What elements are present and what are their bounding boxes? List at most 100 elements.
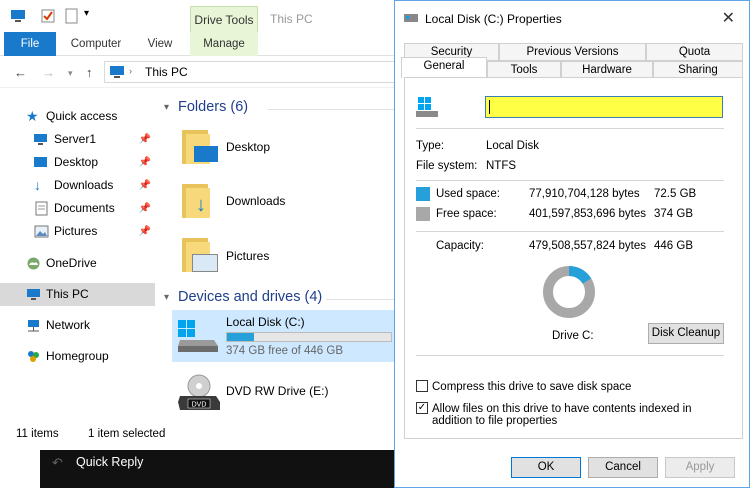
type-value: Local Disk [486, 140, 540, 152]
index-label[interactable]: Allow files on this drive to have conten… [432, 403, 732, 427]
tab-general[interactable]: General [401, 57, 487, 78]
folder-label-downloads[interactable]: Downloads [226, 194, 285, 208]
tab-computer[interactable]: Computer [64, 32, 128, 56]
quick-reply-label: Quick Reply [76, 455, 144, 469]
customize-toolbar-icon[interactable]: ▾ [84, 8, 89, 19]
hard-drive-icon [178, 320, 218, 352]
nav-item-downloads[interactable]: ↓ Downloads 📌 [0, 174, 155, 197]
disk-usage-donut [543, 266, 595, 318]
navigation-pane: ★ Quick access Server1 📌 Desktop 📌 ↓ Dow… [0, 92, 155, 422]
document-icon [35, 201, 48, 216]
free-space-gb: 374 GB [654, 208, 693, 220]
apply-button[interactable]: Apply [665, 457, 735, 478]
disk-cleanup-button[interactable]: Disk Cleanup [648, 323, 724, 344]
collapse-chevron-icon[interactable]: ▾ [164, 292, 169, 303]
file-system-value: NTFS [486, 160, 517, 172]
text-caret [489, 100, 490, 114]
tab-manage[interactable]: Manage [190, 32, 258, 56]
properties-icon[interactable] [40, 8, 56, 24]
download-icon: ↓ [34, 177, 41, 193]
nav-item-documents[interactable]: Documents 📌 [0, 197, 155, 220]
nav-item-quick-access[interactable]: ★ Quick access [0, 105, 155, 128]
tab-view[interactable]: View [138, 32, 182, 56]
close-icon[interactable]: ✕ [722, 8, 735, 28]
drive-name-input[interactable] [485, 96, 723, 118]
nav-item-homegroup[interactable]: Homegroup [0, 345, 155, 368]
desktop-icon [34, 157, 47, 167]
pin-icon[interactable]: 📌 [139, 197, 151, 220]
divider [416, 231, 724, 232]
status-selected-count: 1 item selected [88, 428, 166, 440]
drive-usage-fill [227, 333, 254, 341]
nav-item-server1[interactable]: Server1 📌 [0, 128, 155, 151]
back-arrow-icon[interactable]: ← [14, 65, 27, 80]
folders-heading[interactable]: Folders (6) [178, 99, 248, 115]
index-checkbox[interactable]: ✓ [416, 402, 428, 414]
file-system-label: File system: [416, 160, 478, 172]
dialog-title-bar[interactable]: Local Disk (C:) Properties ✕ [395, 1, 749, 35]
tab-file[interactable]: File [4, 32, 56, 56]
pin-icon[interactable]: 📌 [139, 174, 151, 197]
svg-text:DVD: DVD [192, 402, 207, 409]
cloud-icon [27, 257, 40, 270]
free-space-bytes: 401,597,853,696 bytes [529, 208, 647, 220]
dialog-title: Local Disk (C:) Properties [425, 12, 562, 26]
nav-item-desktop[interactable]: Desktop 📌 [0, 151, 155, 174]
compress-checkbox[interactable] [416, 380, 428, 392]
status-bar: 11 items 1 item selected [0, 422, 405, 446]
nav-item-onedrive[interactable]: OneDrive [0, 252, 155, 275]
nav-item-network[interactable]: Network [0, 314, 155, 337]
collapse-chevron-icon[interactable]: ▾ [164, 102, 169, 113]
new-folder-icon[interactable] [64, 8, 80, 24]
downloads-folder-icon[interactable]: ↓ [182, 180, 218, 220]
drive-tools-context-tab: Drive Tools [190, 6, 258, 32]
pin-icon[interactable]: 📌 [139, 151, 151, 174]
file-explorer-window: ▾ Drive Tools This PC File Computer View… [0, 0, 405, 450]
capacity-label: Capacity: [436, 240, 484, 252]
capacity-gb: 446 GB [654, 240, 693, 252]
pin-icon[interactable]: 📌 [139, 128, 151, 151]
forward-arrow-icon[interactable]: → [42, 65, 55, 80]
drive-label: Drive C: [552, 330, 594, 342]
ribbon-tabs: File Computer View Manage [0, 32, 405, 56]
pictures-folder-icon[interactable] [182, 234, 218, 274]
folder-label-pictures[interactable]: Pictures [226, 249, 269, 263]
drive-icon [416, 97, 438, 117]
computer-icon [110, 66, 124, 78]
up-arrow-icon[interactable]: ↑ [86, 65, 93, 80]
quick-reply-bar[interactable]: ↶ Quick Reply [40, 450, 396, 488]
tab-previous-versions[interactable]: Previous Versions [499, 43, 646, 61]
divider [416, 355, 724, 356]
used-space-bytes: 77,910,704,128 bytes [529, 188, 640, 200]
ok-button[interactable]: OK [511, 457, 581, 478]
explorer-title-bar: ▾ Drive Tools This PC [0, 0, 405, 32]
reply-arrow-icon: ↶ [52, 455, 63, 470]
used-space-swatch [416, 187, 430, 201]
recent-locations-icon[interactable]: ▾ [68, 68, 73, 79]
desktop-folder-icon[interactable] [182, 126, 218, 166]
address-bar-row: ← → ▾ ↑ › This PC [0, 56, 405, 88]
type-label: Type: [416, 140, 445, 152]
compress-label[interactable]: Compress this drive to save disk space [432, 381, 732, 393]
dvd-drive-icon[interactable]: DVD [178, 374, 220, 412]
devices-heading[interactable]: Devices and drives (4) [178, 289, 322, 305]
status-item-count: 11 items [16, 428, 59, 440]
folder-label-desktop[interactable]: Desktop [226, 140, 270, 154]
divider [416, 180, 724, 181]
drive-free-text: 374 GB free of 446 GB [226, 345, 343, 357]
breadcrumb-chevron-icon: › [129, 66, 132, 76]
general-tab-panel: Type: Local Disk File system: NTFS Used … [404, 77, 743, 439]
drive-name-e[interactable]: DVD RW Drive (E:) [226, 384, 328, 398]
address-text: This PC [145, 65, 188, 79]
tab-quota[interactable]: Quota [646, 43, 743, 61]
computer-icon [11, 10, 25, 22]
nav-item-pictures[interactable]: Pictures 📌 [0, 220, 155, 243]
drive-item-local-disk-c[interactable]: Local Disk (C:) 374 GB free of 446 GB [172, 310, 396, 362]
picture-icon [34, 225, 49, 238]
cancel-button[interactable]: Cancel [588, 457, 658, 478]
drive-usage-bar [226, 332, 392, 342]
address-input[interactable]: › This PC [104, 61, 400, 83]
divider [416, 128, 724, 129]
pin-icon[interactable]: 📌 [139, 220, 151, 243]
nav-item-this-pc[interactable]: This PC [0, 283, 155, 306]
